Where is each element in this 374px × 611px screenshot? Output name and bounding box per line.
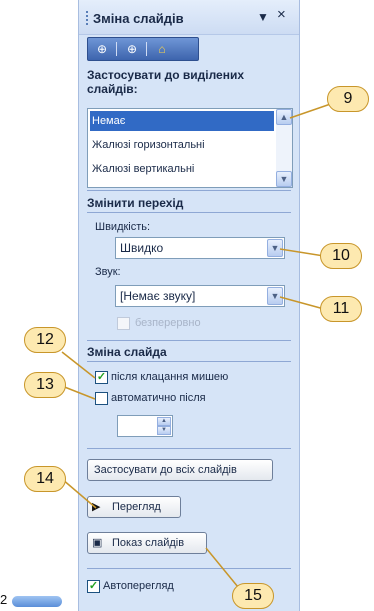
slideshow-label: Показ слайдів: [112, 537, 185, 549]
nav-toolbar: ⊕ ⊕ ⌂: [87, 37, 199, 61]
spin-up-icon[interactable]: ▲: [157, 417, 171, 426]
divider: [87, 361, 291, 362]
apply-to-all-button[interactable]: Застосувати до всіх слайдів: [87, 459, 273, 481]
divider: [87, 340, 291, 341]
apply-to-all-label: Застосувати до всіх слайдів: [94, 464, 237, 476]
side-number: 2: [0, 592, 8, 607]
list-item[interactable]: Жалюзі горизонтальні: [90, 135, 274, 155]
side-pill-decoration: [12, 596, 62, 607]
back-icon[interactable]: ⊕: [94, 41, 110, 57]
transition-list[interactable]: Немає Жалюзі горизонтальні Жалюзі вертик…: [87, 108, 293, 188]
autopreview-label: Автоперегляд: [103, 580, 174, 592]
autopreview-checkbox[interactable]: ✓: [87, 580, 100, 593]
play-icon: ▶: [92, 501, 101, 513]
loop-label: безперервно: [135, 317, 201, 329]
speed-label: Швидкість:: [95, 221, 151, 233]
pane-menu-icon[interactable]: ▼: [257, 10, 269, 24]
speed-value: Швидко: [120, 241, 164, 255]
speed-dropdown[interactable]: Швидко ▼: [115, 237, 285, 259]
chevron-down-icon[interactable]: ▼: [267, 287, 283, 305]
sound-dropdown[interactable]: [Немає звуку] ▼: [115, 285, 285, 307]
home-icon[interactable]: ⌂: [154, 41, 170, 57]
auto-advance-label: автоматично після: [111, 392, 206, 404]
callout-15: 15: [232, 583, 274, 609]
callout-11: 11: [320, 296, 362, 322]
preview-label: Перегляд: [112, 501, 161, 513]
apply-heading: Застосувати до виділених слайдів:: [87, 68, 245, 96]
list-item[interactable]: Жалюзі вертикальні: [90, 159, 274, 179]
callout-12: 12: [24, 327, 66, 353]
grip-icon[interactable]: [86, 11, 90, 25]
list-item[interactable]: Немає: [90, 111, 274, 131]
pane-title: Зміна слайдів: [93, 11, 184, 26]
loop-checkbox: [117, 317, 130, 330]
auto-advance-time-field[interactable]: ▲ ▼: [117, 415, 173, 437]
callout-10: 10: [320, 243, 362, 269]
on-click-label: після клацання мишею: [111, 371, 229, 383]
divider: [87, 568, 291, 569]
divider: [87, 212, 291, 213]
projector-screen-icon: ▣: [92, 537, 103, 549]
nav-divider: [116, 42, 117, 56]
slide-transition-pane: Зміна слайдів ▼ × ⊕ ⊕ ⌂ Застосувати до в…: [78, 0, 300, 611]
divider: [87, 190, 291, 191]
preview-button[interactable]: ▶ Перегляд: [87, 496, 181, 518]
slideshow-button[interactable]: ▣ Показ слайдів: [87, 532, 207, 554]
nav-divider: [146, 42, 147, 56]
callout-14: 14: [24, 466, 66, 492]
list-scrollbar[interactable]: ▲ ▼: [276, 109, 292, 187]
spin-down-icon[interactable]: ▼: [157, 426, 171, 435]
scroll-down-icon[interactable]: ▼: [276, 171, 292, 187]
forward-icon[interactable]: ⊕: [124, 41, 140, 57]
pane-titlebar: Зміна слайдів ▼ ×: [79, 0, 299, 35]
transition-heading: Змінити перехід: [87, 196, 184, 210]
divider: [87, 448, 291, 449]
advance-heading: Зміна слайда: [87, 345, 167, 359]
sound-value: [Немає звуку]: [120, 289, 196, 303]
callout-9: 9: [327, 86, 369, 112]
close-icon[interactable]: ×: [277, 7, 286, 22]
sound-label: Звук:: [95, 266, 121, 278]
auto-advance-checkbox[interactable]: [95, 392, 108, 405]
scroll-up-icon[interactable]: ▲: [276, 109, 292, 125]
on-click-checkbox[interactable]: ✓: [95, 371, 108, 384]
chevron-down-icon[interactable]: ▼: [267, 239, 283, 257]
callout-13: 13: [24, 372, 66, 398]
time-spinner[interactable]: ▲ ▼: [157, 417, 171, 435]
